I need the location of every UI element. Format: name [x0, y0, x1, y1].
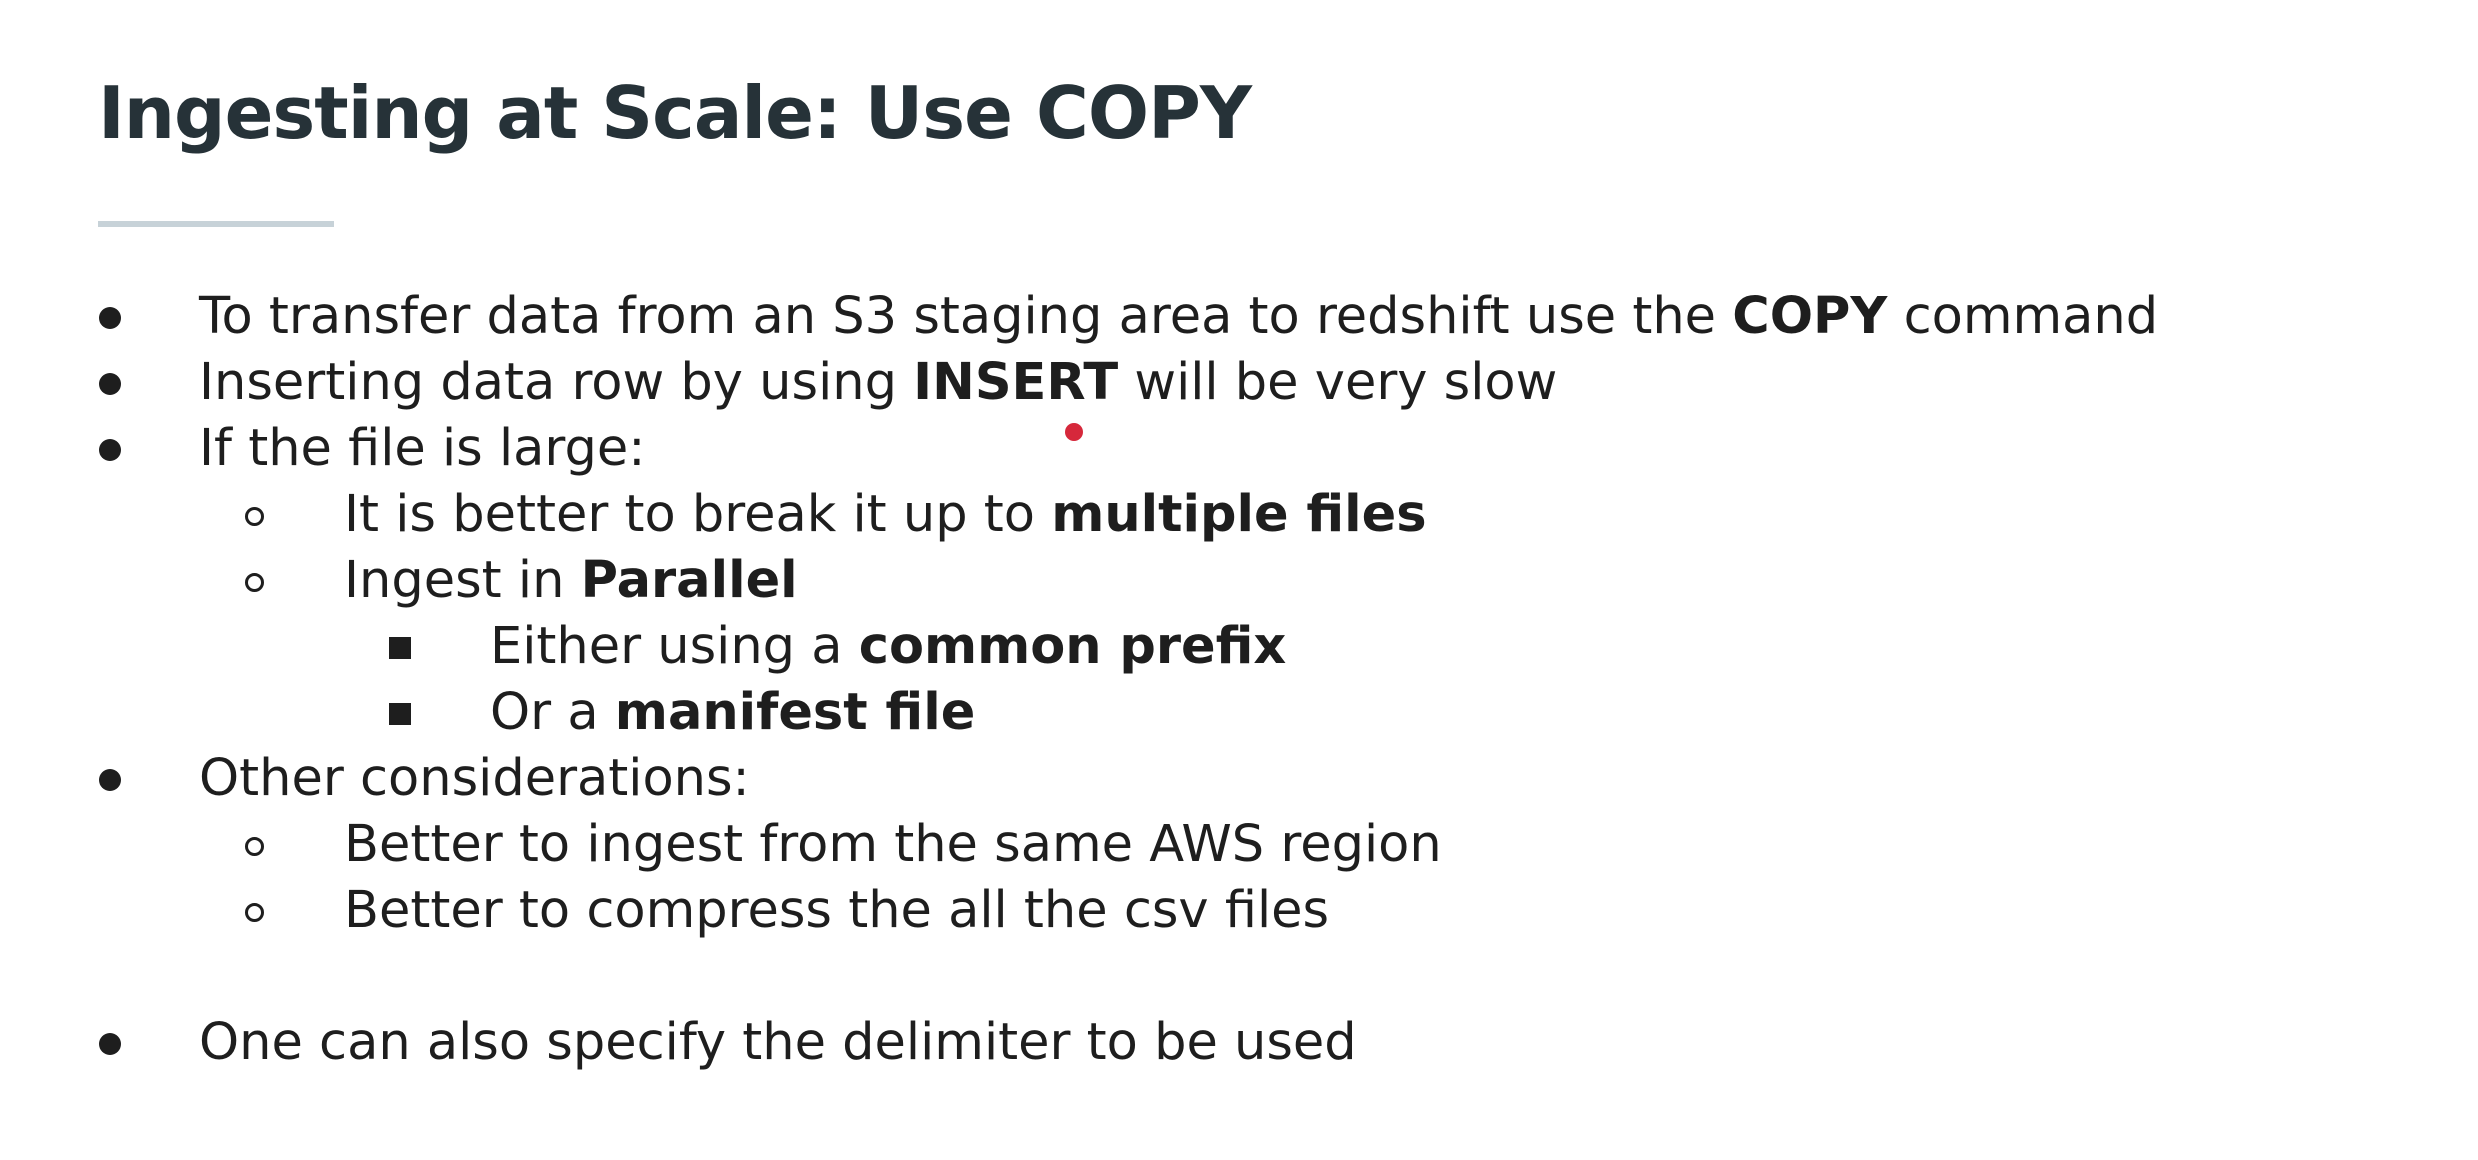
bullet-dot-icon — [99, 307, 121, 329]
list-item-text: Ingest in Parallel — [344, 551, 798, 610]
list-item-text: Either using a common prefix — [490, 617, 1287, 676]
bullet-circle-icon — [245, 837, 264, 856]
bullet-circle-icon — [245, 573, 264, 592]
bullet-dot-icon — [99, 439, 121, 461]
list-item-text: If the file is large: — [199, 419, 646, 478]
list-item-text: Or a manifest file — [490, 683, 976, 742]
list-item-text: Better to compress the all the csv files — [344, 881, 1330, 940]
slide-title: Ingesting at Scale: Use COPY — [98, 71, 1252, 155]
bullet-circle-icon — [245, 903, 264, 922]
list-item-text: Inserting data row by using INSERT will … — [199, 353, 1558, 412]
bullet-square-icon — [389, 637, 411, 659]
bullet-dot-icon — [99, 769, 121, 791]
list-item-text: Better to ingest from the same AWS regio… — [344, 815, 1442, 874]
bullet-square-icon — [389, 703, 411, 725]
laser-pointer-dot — [1065, 423, 1083, 441]
list-item-text: Other considerations: — [199, 749, 750, 808]
bullet-dot-icon — [99, 373, 121, 395]
bullet-list: To transfer data from an S3 staging area… — [0, 284, 2478, 1104]
list-item-text: To transfer data from an S3 staging area… — [199, 287, 2159, 346]
title-underline — [98, 221, 334, 227]
bullet-dot-icon — [99, 1033, 121, 1055]
list-item-text: One can also specify the delimiter to be… — [199, 1013, 1357, 1072]
bullet-circle-icon — [245, 507, 264, 526]
list-item-text: It is better to break it up to multiple … — [344, 485, 1427, 544]
